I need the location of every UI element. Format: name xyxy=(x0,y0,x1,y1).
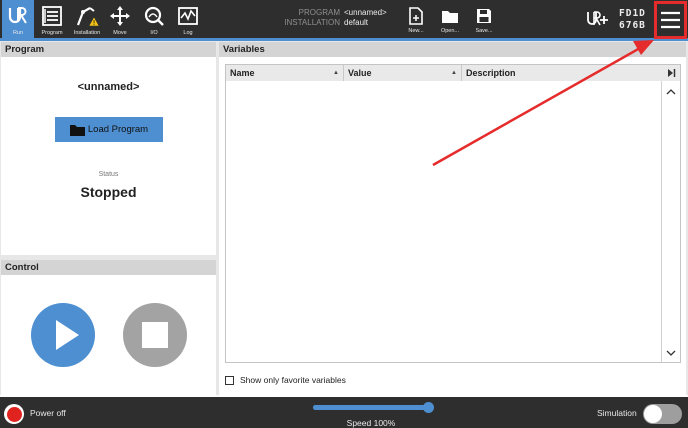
folder-icon xyxy=(441,6,459,26)
variables-panel-title: Variables xyxy=(219,42,686,57)
program-panel-title: Program xyxy=(1,42,216,57)
urcaps-icon[interactable] xyxy=(586,9,612,29)
speed-slider-fill xyxy=(313,405,429,410)
new-program-label: New... xyxy=(408,28,424,34)
sort-arrow-icon: ▲ xyxy=(333,70,339,76)
nav-run-label: Run xyxy=(12,30,24,36)
speed-slider-track[interactable] xyxy=(313,405,429,410)
nav-installation-label: Installation xyxy=(73,30,101,36)
nav-program-tab[interactable]: Program xyxy=(36,0,68,38)
open-program-button[interactable]: Open... xyxy=(433,0,467,38)
column-header-name-label: Name xyxy=(230,68,255,78)
load-program-label: Load Program xyxy=(87,124,149,135)
nav-log-label: Log xyxy=(183,30,193,36)
new-program-button[interactable]: New... xyxy=(399,0,433,38)
scroll-up-button[interactable] xyxy=(663,84,679,98)
folder-icon xyxy=(69,124,85,136)
simulation-label: Simulation xyxy=(597,408,637,418)
expand-columns-icon xyxy=(668,69,676,77)
robot-id-line1: FD1D xyxy=(619,8,646,19)
save-icon xyxy=(475,6,493,26)
favorites-checkbox-label[interactable]: Show only favorite variables xyxy=(240,375,346,385)
hamburger-menu-button[interactable] xyxy=(654,1,687,39)
favorites-checkbox[interactable] xyxy=(225,376,234,385)
column-header-value[interactable]: Value ▲ xyxy=(344,65,462,81)
chevron-up-icon xyxy=(666,88,676,94)
column-header-description[interactable]: Description xyxy=(462,65,662,81)
save-program-label: Save... xyxy=(475,28,493,34)
program-label: PROGRAM xyxy=(298,8,340,17)
installation-label: INSTALLATION xyxy=(284,18,340,27)
column-header-description-label: Description xyxy=(466,68,516,78)
speed-label: Speed 100% xyxy=(346,418,396,428)
status-label: Status xyxy=(98,171,119,178)
installation-name-value: default xyxy=(344,18,369,27)
log-icon xyxy=(176,4,200,28)
variables-table xyxy=(225,64,681,363)
power-indicator-icon xyxy=(6,406,22,422)
column-header-value-label: Value xyxy=(348,68,372,78)
robot-id-line2: 676B xyxy=(619,20,646,31)
move-icon xyxy=(108,4,132,28)
play-icon xyxy=(56,320,79,350)
scrollbar-track xyxy=(661,81,662,362)
speed-slider-thumb[interactable] xyxy=(423,402,434,413)
nav-program-label: Program xyxy=(41,30,63,36)
program-name-value: <unnamed> xyxy=(344,8,387,17)
scroll-down-button[interactable] xyxy=(663,346,679,360)
stop-icon xyxy=(142,322,168,348)
nav-io-label: I/O xyxy=(150,30,158,36)
expand-columns-button[interactable] xyxy=(662,65,680,81)
simulation-toggle-knob xyxy=(644,405,662,423)
ur-logo-icon xyxy=(6,4,30,28)
program-name: <unnamed> xyxy=(77,81,140,93)
svg-text:!: ! xyxy=(93,19,96,27)
new-file-icon xyxy=(407,6,425,26)
column-header-name[interactable]: Name ▲ xyxy=(226,65,344,81)
io-icon xyxy=(142,4,166,28)
nav-move-label: Move xyxy=(113,30,127,36)
save-program-button[interactable]: Save... xyxy=(467,0,501,38)
stop-button[interactable] xyxy=(123,303,187,367)
play-button[interactable] xyxy=(31,303,95,367)
nav-installation-tab[interactable]: ! Installation xyxy=(70,0,104,38)
nav-run-tab[interactable]: Run xyxy=(2,0,34,38)
nav-move-tab[interactable]: Move xyxy=(104,0,136,38)
program-icon xyxy=(40,4,64,28)
nav-io-tab[interactable]: I/O xyxy=(138,0,170,38)
load-program-button[interactable]: Load Program xyxy=(55,117,163,142)
status-value: Stopped xyxy=(80,184,137,200)
control-panel-title: Control xyxy=(1,260,216,275)
hamburger-menu-icon xyxy=(661,11,680,29)
open-program-label: Open... xyxy=(440,28,460,34)
chevron-down-icon xyxy=(666,350,676,356)
installation-icon: ! xyxy=(75,4,99,28)
nav-log-tab[interactable]: Log xyxy=(172,0,204,38)
power-button[interactable] xyxy=(4,404,24,424)
power-status-label[interactable]: Power off xyxy=(30,408,66,418)
sort-arrow-icon: ▲ xyxy=(451,70,457,76)
simulation-toggle[interactable] xyxy=(643,404,682,424)
